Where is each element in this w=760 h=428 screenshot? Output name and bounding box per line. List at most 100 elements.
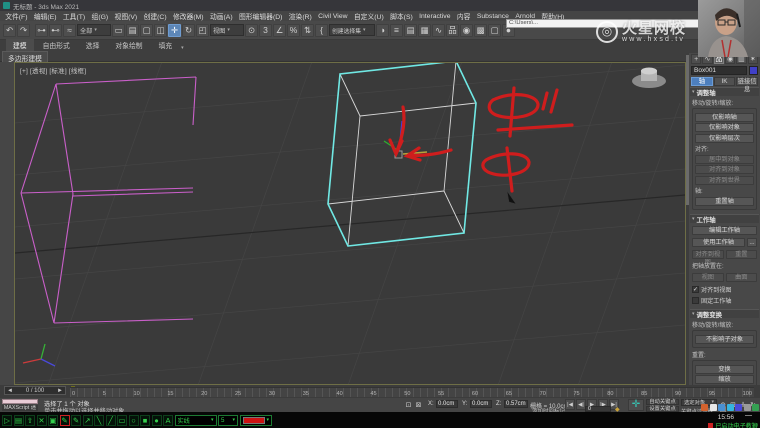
viewport-canvas[interactable]: [15, 63, 685, 384]
object-name-field[interactable]: Box001: [691, 66, 747, 75]
time-slider[interactable]: ◄ 0 / 100 ►: [4, 386, 66, 395]
select-by-name-icon[interactable]: ▤: [126, 24, 139, 37]
reset-working-pivot-button[interactable]: 重置: [726, 250, 758, 259]
reset-scale-button[interactable]: 缩放: [695, 375, 754, 384]
menu-tools[interactable]: 工具(T): [60, 11, 89, 21]
menu-content[interactable]: 内容: [454, 11, 474, 21]
ribbon-tab-populate[interactable]: 填充: [152, 39, 180, 51]
ik-mode-tab[interactable]: IK: [714, 77, 736, 86]
named-selection-dropdown[interactable]: 创建选择集 ▾: [329, 24, 375, 36]
selection-filter-dropdown[interactable]: 全部 ▾: [77, 24, 111, 36]
affect-object-only-button[interactable]: 仅影响对象: [695, 123, 754, 132]
arrow-tool-icon[interactable]: ↗: [83, 415, 93, 426]
unlink-icon[interactable]: ⊷: [49, 24, 62, 37]
taskbar-icon[interactable]: [710, 404, 717, 411]
auto-key-button[interactable]: 自动关键点: [646, 399, 679, 405]
menu-civil-view[interactable]: Civil View: [315, 13, 351, 20]
object-color-swatch[interactable]: [749, 66, 758, 75]
dont-affect-children-button[interactable]: 不影响子对象: [695, 335, 754, 344]
ribbon-tab-modeling[interactable]: 建模: [6, 39, 34, 51]
pointer-icon[interactable]: ▷: [2, 415, 12, 426]
angle-snap-icon[interactable]: ∠: [273, 24, 286, 37]
z-coord-field[interactable]: 0.57cm: [504, 400, 528, 408]
ribbon-tab-selection[interactable]: 选择: [79, 39, 107, 51]
scale-icon[interactable]: ◰: [196, 24, 209, 37]
rotate-icon[interactable]: ↻: [182, 24, 195, 37]
align-icon[interactable]: ≡: [390, 24, 403, 37]
taskbar-icon[interactable]: [701, 404, 708, 411]
align-to-view-button[interactable]: 对齐到视图: [692, 250, 724, 259]
use-pivot-icon[interactable]: ⊙: [245, 24, 258, 37]
select-region-icon[interactable]: ▢: [140, 24, 153, 37]
prev-frame-arrow-icon[interactable]: ◄: [7, 388, 13, 394]
working-pivot-more-button[interactable]: ...: [747, 238, 757, 247]
set-keys-button[interactable]: ✛: [628, 399, 644, 411]
menu-animation[interactable]: 动画(A): [207, 11, 236, 21]
move-icon[interactable]: ✛: [168, 24, 181, 37]
curve-editor-icon[interactable]: ∿: [432, 24, 445, 37]
polyline-tool-icon[interactable]: ╱: [106, 415, 116, 426]
align-to-world-button[interactable]: 对齐到世界: [695, 176, 754, 185]
snap-3d-icon[interactable]: 3: [259, 24, 272, 37]
pink-wireframe-box[interactable]: [21, 77, 196, 323]
viewport-label[interactable]: [+] [透视] [标准] [线框]: [20, 65, 86, 75]
select-link-icon[interactable]: ⊶: [35, 24, 48, 37]
use-working-pivot-button[interactable]: 使用工作轴: [692, 238, 745, 247]
redo-icon[interactable]: ↷: [17, 24, 30, 37]
place-view-button[interactable]: 视图: [692, 273, 724, 282]
rendered-frame-icon[interactable]: ▢: [488, 24, 501, 37]
taskbar-icon[interactable]: [744, 404, 751, 411]
mirror-icon[interactable]: ◑: [376, 24, 389, 37]
pen-color-dropdown[interactable]: ▾: [240, 415, 273, 426]
reset-transform-button[interactable]: 变换: [695, 365, 754, 374]
highlighter-icon[interactable]: ✎: [60, 415, 70, 426]
line-style-dropdown[interactable]: 实线 ▾: [175, 415, 217, 426]
align-to-object-button[interactable]: 对齐到对象: [695, 165, 754, 174]
pen-size-dropdown[interactable]: 5 ▾: [218, 415, 238, 426]
minimize-glyph[interactable]: —: [745, 412, 752, 419]
render-setup-icon[interactable]: ▩: [474, 24, 487, 37]
ribbon-tab-object-paint[interactable]: 对象绘制: [108, 39, 149, 51]
y-coord-field[interactable]: 0.0cm: [470, 400, 492, 408]
isolate-selection-icon[interactable]: ⊡: [404, 400, 413, 409]
menu-file[interactable]: 文件(F): [2, 11, 31, 21]
menu-rendering[interactable]: 渲染(R): [286, 11, 315, 21]
pen-icon[interactable]: ✎: [71, 415, 81, 426]
upload-icon[interactable]: ⇧: [25, 415, 35, 426]
select-object-icon[interactable]: ▭: [112, 24, 125, 37]
taskbar-icon[interactable]: [718, 404, 725, 411]
percent-snap-icon[interactable]: %: [287, 24, 300, 37]
checked-checkbox-icon[interactable]: ✓: [692, 286, 699, 293]
filled-rect-icon[interactable]: ■: [140, 415, 150, 426]
menu-create[interactable]: 创建(C): [140, 11, 169, 21]
menu-customize[interactable]: 自定义(U): [351, 11, 387, 21]
schematic-view-icon[interactable]: 品: [446, 24, 459, 37]
panel-scrollbar-thumb[interactable]: [686, 55, 689, 205]
ellipse-tool-icon[interactable]: ○: [129, 415, 139, 426]
unchecked-checkbox-icon[interactable]: [692, 297, 699, 304]
ribbon-tab-freeform[interactable]: 自由形式: [36, 39, 77, 51]
menu-edit[interactable]: 编辑(E): [31, 11, 60, 21]
edit-named-sel-icon[interactable]: {: [315, 24, 328, 37]
center-to-object-button[interactable]: 居中到对象: [695, 155, 754, 164]
menu-modifiers[interactable]: 修改器(M): [170, 11, 207, 21]
menu-group[interactable]: 组(G): [88, 11, 111, 21]
affect-hierarchy-only-button[interactable]: 仅影响层次: [695, 134, 754, 143]
panel-scrollbar[interactable]: [686, 53, 689, 385]
go-start-icon[interactable]: |◀: [565, 399, 575, 410]
board-icon[interactable]: ▤: [14, 415, 24, 426]
spinner-snap-icon[interactable]: ⇅: [301, 24, 314, 37]
window-crossing-icon[interactable]: ◫: [154, 24, 167, 37]
taskbar-icon[interactable]: [735, 404, 742, 411]
reference-coord-dropdown[interactable]: 视图 ▾: [210, 24, 244, 36]
menu-views[interactable]: 视图(V): [111, 11, 140, 21]
bind-spacewarp-icon[interactable]: ≈: [63, 24, 76, 37]
rollout-working-pivot[interactable]: ▾ 工作轴: [690, 214, 759, 223]
edit-working-pivot-button[interactable]: 编辑工作轴: [692, 226, 757, 235]
perspective-viewport[interactable]: [+] [透视] [标准] [线框]: [14, 62, 686, 385]
pivot-mode-tab[interactable]: 轴: [691, 77, 713, 86]
maxscript-listener-label[interactable]: MAXScript 迷: [2, 405, 38, 411]
text-tool-icon[interactable]: A: [163, 415, 173, 426]
menu-graph-editors[interactable]: 图形编辑器(D): [236, 11, 286, 21]
place-surface-button[interactable]: 曲面: [726, 273, 758, 282]
